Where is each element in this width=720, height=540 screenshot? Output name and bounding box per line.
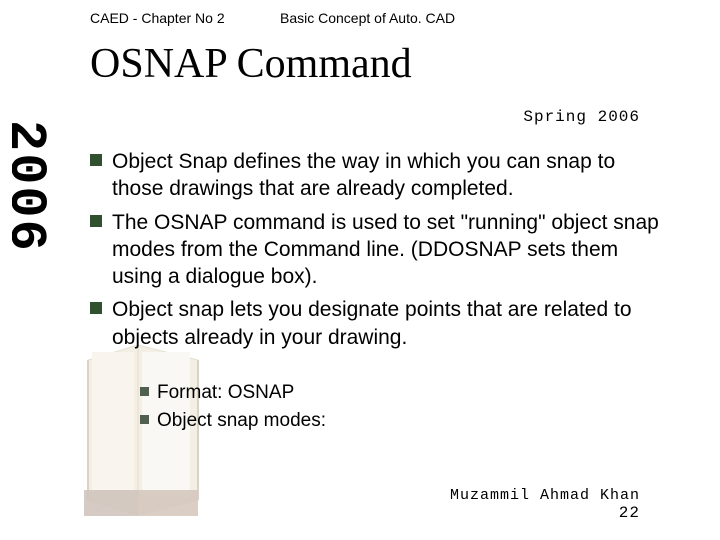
bullet-square-icon (140, 387, 149, 396)
footer-author: Muzammil Ahmad Khan (450, 487, 640, 504)
page-number: 22 (450, 504, 640, 522)
bullet-item: Object snap lets you designate points th… (90, 296, 670, 351)
bullet-text: Object Snap defines the way in which you… (112, 148, 670, 203)
sub-bullet-list: Format: OSNAP Object snap modes: (90, 381, 670, 433)
content-area: Object Snap defines the way in which you… (90, 148, 670, 437)
sub-bullet-item: Object snap modes: (140, 409, 670, 433)
bullet-square-icon (90, 302, 102, 314)
bullet-item: The OSNAP command is used to set "runnin… (90, 209, 670, 291)
header-right: Basic Concept of Auto. CAD (280, 10, 455, 26)
bullet-square-icon (90, 154, 102, 166)
bullet-square-icon (90, 215, 102, 227)
year-vertical: 2006 (12, 120, 62, 340)
bullet-text: The OSNAP command is used to set "runnin… (112, 209, 670, 291)
bullet-square-icon (140, 415, 149, 424)
slide-footer: Muzammil Ahmad Khan 22 (450, 487, 640, 522)
header-left: CAED - Chapter No 2 (90, 10, 225, 26)
bullet-text: Object snap lets you designate points th… (112, 296, 670, 351)
sub-bullet-text: Object snap modes: (157, 409, 326, 433)
year-vertical-text: 2006 (12, 120, 55, 253)
term-label: Spring 2006 (523, 108, 640, 126)
sub-bullet-item: Format: OSNAP (140, 381, 670, 405)
sub-bullet-text: Format: OSNAP (157, 381, 294, 405)
slide-title: OSNAP Command (90, 40, 412, 88)
bullet-item: Object Snap defines the way in which you… (90, 148, 670, 203)
